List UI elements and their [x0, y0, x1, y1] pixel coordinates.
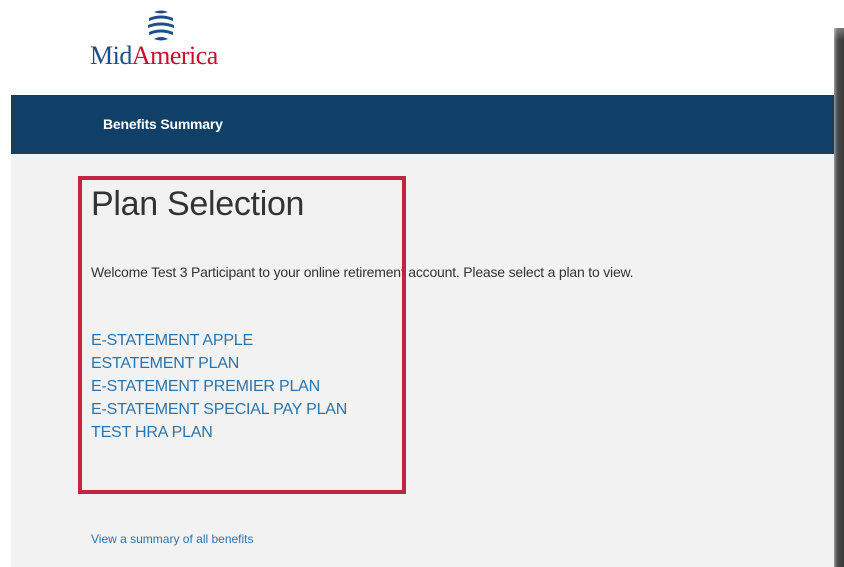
plan-link-e-statement-special-pay-plan[interactable]: E-STATEMENT SPECIAL PAY PLAN — [91, 398, 347, 421]
logo-wordmark: MidAmerica — [90, 41, 218, 71]
page: MidAmerica Benefits Summary Plan Selecti… — [0, 0, 844, 567]
right-edge-fade — [834, 0, 844, 40]
plan-link-e-statement-apple[interactable]: E-STATEMENT APPLE — [91, 329, 347, 352]
page-title: Plan Selection — [91, 185, 305, 223]
midamerica-logo[interactable]: MidAmerica — [90, 10, 250, 80]
logo-text-mid: Mid — [90, 41, 132, 70]
plan-link-estatement-plan[interactable]: ESTATEMENT PLAN — [91, 352, 347, 375]
nav-benefits-summary[interactable]: Benefits Summary — [103, 116, 223, 132]
right-edge-shadow — [834, 28, 844, 567]
plan-link-e-statement-premier-plan[interactable]: E-STATEMENT PREMIER PLAN — [91, 375, 347, 398]
plan-link-test-hra-plan[interactable]: TEST HRA PLAN — [91, 421, 347, 444]
midamerica-globe-icon — [148, 10, 174, 41]
main-content: Plan Selection Welcome Test 3 Participan… — [11, 154, 834, 567]
view-all-benefits-link[interactable]: View a summary of all benefits — [91, 532, 254, 546]
plan-list: E-STATEMENT APPLE ESTATEMENT PLAN E-STAT… — [91, 329, 347, 444]
site-header: MidAmerica — [0, 0, 834, 95]
logo-text-america: America — [131, 41, 219, 70]
welcome-message: Welcome Test 3 Participant to your onlin… — [91, 264, 634, 280]
main-navbar: Benefits Summary — [11, 95, 834, 154]
